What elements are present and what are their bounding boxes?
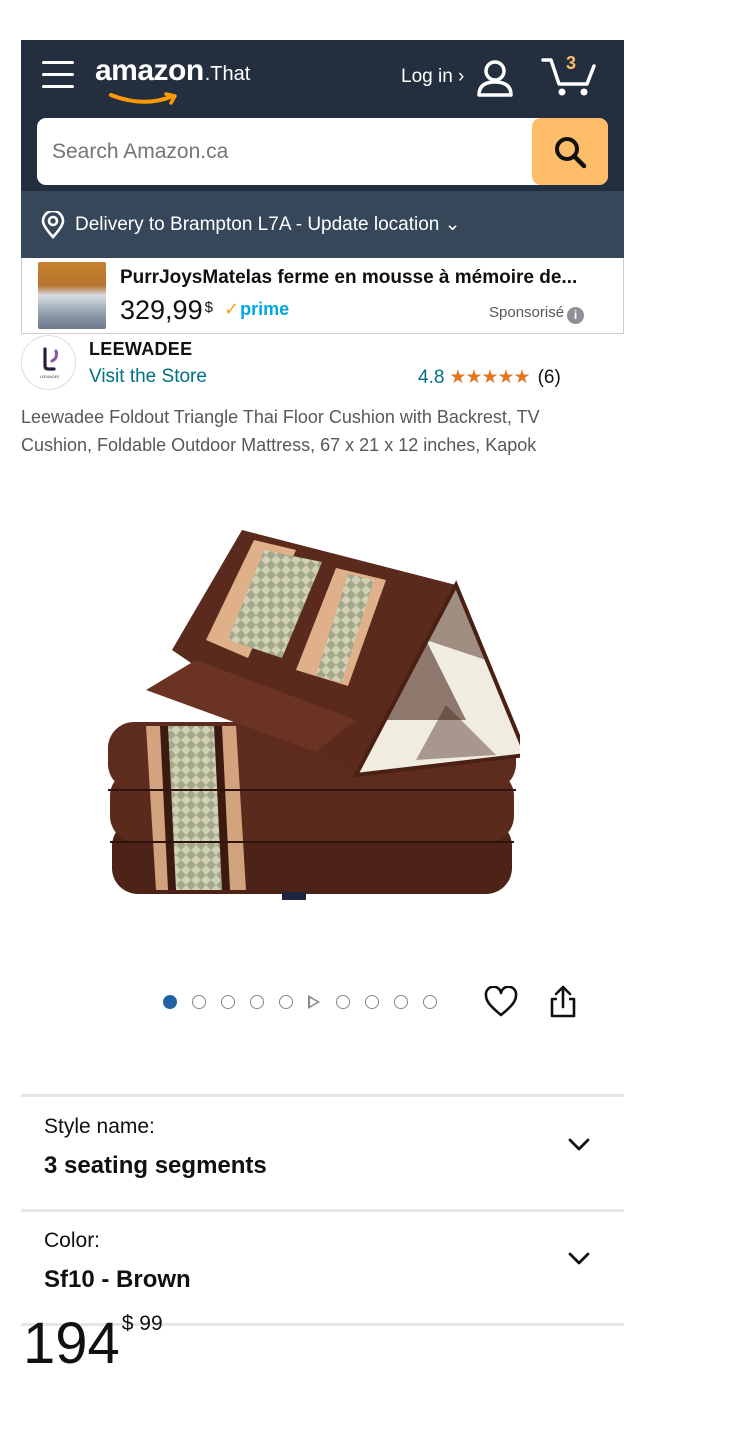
delivery-location-bar[interactable]: Delivery to Brampton L7A - Update locati…: [21, 191, 624, 258]
search-row: [21, 118, 624, 191]
ad-price-value: 329,99: [120, 295, 203, 325]
share-icon[interactable]: [548, 985, 578, 1019]
search-input[interactable]: [37, 118, 532, 185]
delivery-text: Delivery to Brampton L7A - Update locati…: [75, 214, 461, 235]
style-name-selector[interactable]: Style name: 3 seating segments: [21, 1097, 624, 1209]
location-pin-icon: [41, 211, 65, 239]
carousel-dot[interactable]: [336, 995, 350, 1009]
carousel-dot[interactable]: [365, 995, 379, 1009]
ad-title: PurrJoysMatelas ferme en mousse à mémoir…: [120, 267, 578, 288]
ad-price: 329,99 $: [120, 295, 213, 326]
app-container: amazon.That Log in › 3 Search Amazon.ca …: [21, 40, 624, 334]
sponsored-label[interactable]: Sponsorisé i: [489, 304, 585, 324]
search-button[interactable]: [532, 118, 608, 185]
search-box: [37, 118, 608, 185]
carousel-dot[interactable]: [192, 995, 206, 1009]
price-fraction: $ 99: [121, 1312, 163, 1335]
carousel-dot[interactable]: [394, 995, 408, 1009]
rating-stars-icon: ★★★★★: [449, 367, 530, 388]
product-image[interactable]: [86, 490, 520, 936]
image-carousel-dots[interactable]: [163, 994, 452, 1010]
style-name-value: 3 seating segments: [44, 1152, 267, 1179]
prime-label: prime: [240, 299, 290, 319]
sponsored-text: Sponsorisé: [489, 304, 565, 321]
carousel-dot[interactable]: [279, 995, 293, 1009]
search-icon: [555, 136, 587, 168]
chevron-down-icon: [568, 1252, 590, 1265]
chevron-down-icon: [568, 1138, 590, 1151]
price-whole: 194: [23, 1311, 120, 1376]
wishlist-heart-icon[interactable]: [484, 986, 518, 1018]
visit-store-link[interactable]: Visit the Store: [89, 366, 207, 388]
top-nav-bar: amazon.That Log in › 3: [21, 40, 624, 118]
rating-summary[interactable]: 4.8 ★★★★★ (6): [418, 366, 561, 389]
prime-badge: ✓prime: [224, 299, 289, 320]
login-link[interactable]: Log in ›: [401, 66, 464, 88]
hamburger-menu-icon[interactable]: [42, 61, 74, 89]
prime-check-icon: ✓: [224, 299, 240, 319]
carousel-dot[interactable]: [221, 995, 235, 1009]
logo-suffix: .That: [204, 63, 251, 85]
rating-value: 4.8: [418, 367, 445, 388]
ad-price-currency: $: [204, 299, 213, 316]
user-account-icon[interactable]: [475, 58, 515, 98]
info-icon[interactable]: i: [567, 307, 585, 324]
cart-count-badge: 3: [566, 53, 577, 73]
product-price: 194$ 99: [23, 1310, 163, 1377]
product-title: Leewadee Foldout Triangle Thai Floor Cus…: [21, 407, 540, 455]
logo-text: amazon: [95, 54, 204, 87]
style-name-label: Style name:: [44, 1115, 155, 1138]
carousel-dot[interactable]: [250, 995, 264, 1009]
brand-logo[interactable]: LEEWADEE: [21, 335, 76, 390]
rating-count: (6): [537, 367, 561, 388]
color-value: Sf10 - Brown: [44, 1266, 191, 1293]
brand-logo-icon: LEEWADEE: [40, 347, 60, 379]
amazon-logo[interactable]: amazon.That: [95, 54, 251, 105]
video-play-icon[interactable]: [308, 995, 320, 1009]
carousel-dot[interactable]: [423, 995, 437, 1009]
color-label: Color:: [44, 1229, 101, 1252]
color-selector[interactable]: Color: Sf10 - Brown: [21, 1211, 624, 1323]
brand-logo-text: LEEWADEE: [40, 375, 60, 379]
carousel-dot[interactable]: [163, 995, 177, 1009]
logo-smile-icon: [109, 92, 177, 105]
brand-name: LEEWADEE: [89, 339, 193, 359]
ad-product-thumbnail: [38, 262, 106, 329]
